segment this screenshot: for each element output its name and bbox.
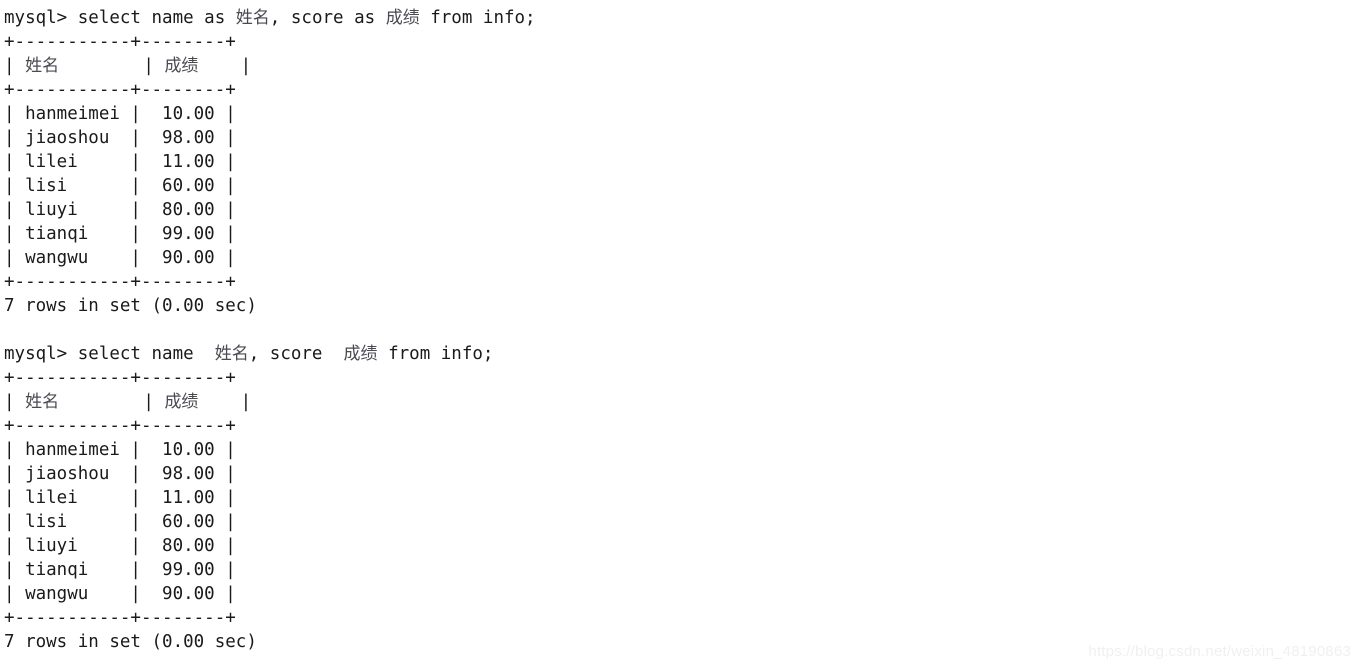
query-alias-score: 成绩 <box>343 344 378 364</box>
query-text-prefix: mysql> select name as <box>4 8 236 28</box>
header-border-mid: | <box>59 56 165 76</box>
table-header-row: | 姓名 | 成绩 | <box>4 390 1359 414</box>
header-border-left: | <box>4 56 26 76</box>
table-row: | wangwu | 90.00 | <box>4 248 236 268</box>
mysql-terminal-output[interactable]: mysql> select name as 姓名, score as 成绩 fr… <box>0 0 1359 666</box>
query-alias-name: 姓名 <box>214 344 249 364</box>
table-rule-bottom: +-----------+--------+ <box>4 608 236 628</box>
column-header-score: 成绩 <box>164 392 199 412</box>
table-row: | lilei | 11.00 | <box>4 488 236 508</box>
table-row: | lilei | 11.00 | <box>4 152 236 172</box>
table-row: | jiaoshou | 98.00 | <box>4 464 236 484</box>
query-block-1: mysql> select name as 姓名, score as 成绩 fr… <box>4 6 1359 318</box>
table-row: | hanmeimei | 10.00 | <box>4 440 236 460</box>
column-header-name: 姓名 <box>25 392 60 412</box>
table-rule-top: +-----------+--------+ <box>4 32 236 52</box>
table-row: | lisi | 60.00 | <box>4 512 236 532</box>
table-row: | wangwu | 90.00 | <box>4 584 236 604</box>
table-rule-bottom: +-----------+--------+ <box>4 272 236 292</box>
table-row: | jiaoshou | 98.00 | <box>4 128 236 148</box>
query-text-mid: , score as <box>269 8 386 28</box>
header-border-right: | <box>198 392 252 412</box>
watermark-url: https://blog.csdn.net/weixin_48190863 <box>1088 643 1351 660</box>
query-text-suffix: from info; <box>419 8 536 28</box>
query-command-line: mysql> select name as 姓名, score as 成绩 fr… <box>4 6 1359 30</box>
header-border-right: | <box>198 56 252 76</box>
header-border-left: | <box>4 392 26 412</box>
query-alias-name: 姓名 <box>235 8 270 28</box>
table-rule-top: +-----------+--------+ <box>4 368 236 388</box>
query-alias-score: 成绩 <box>385 8 420 28</box>
query-block-2: mysql> select name 姓名, score 成绩 from inf… <box>4 342 1359 654</box>
column-header-name: 姓名 <box>25 56 60 76</box>
result-status-line: 7 rows in set (0.00 sec) <box>4 296 257 316</box>
table-row: | liuyi | 80.00 | <box>4 536 236 556</box>
table-row: | liuyi | 80.00 | <box>4 200 236 220</box>
header-border-mid: | <box>59 392 165 412</box>
table-row: | tianqi | 99.00 | <box>4 560 236 580</box>
table-rule-mid: +-----------+--------+ <box>4 80 236 100</box>
query-text-prefix: mysql> select name <box>4 344 215 364</box>
query-text-suffix: from info; <box>377 344 494 364</box>
query-text-mid: , score <box>248 344 344 364</box>
blank-separator-line <box>4 318 1359 342</box>
table-row: | tianqi | 99.00 | <box>4 224 236 244</box>
table-rule-mid: +-----------+--------+ <box>4 416 236 436</box>
table-row: | hanmeimei | 10.00 | <box>4 104 236 124</box>
query-command-line: mysql> select name 姓名, score 成绩 from inf… <box>4 342 1359 366</box>
column-header-score: 成绩 <box>164 56 199 76</box>
table-row: | lisi | 60.00 | <box>4 176 236 196</box>
table-header-row: | 姓名 | 成绩 | <box>4 54 1359 78</box>
